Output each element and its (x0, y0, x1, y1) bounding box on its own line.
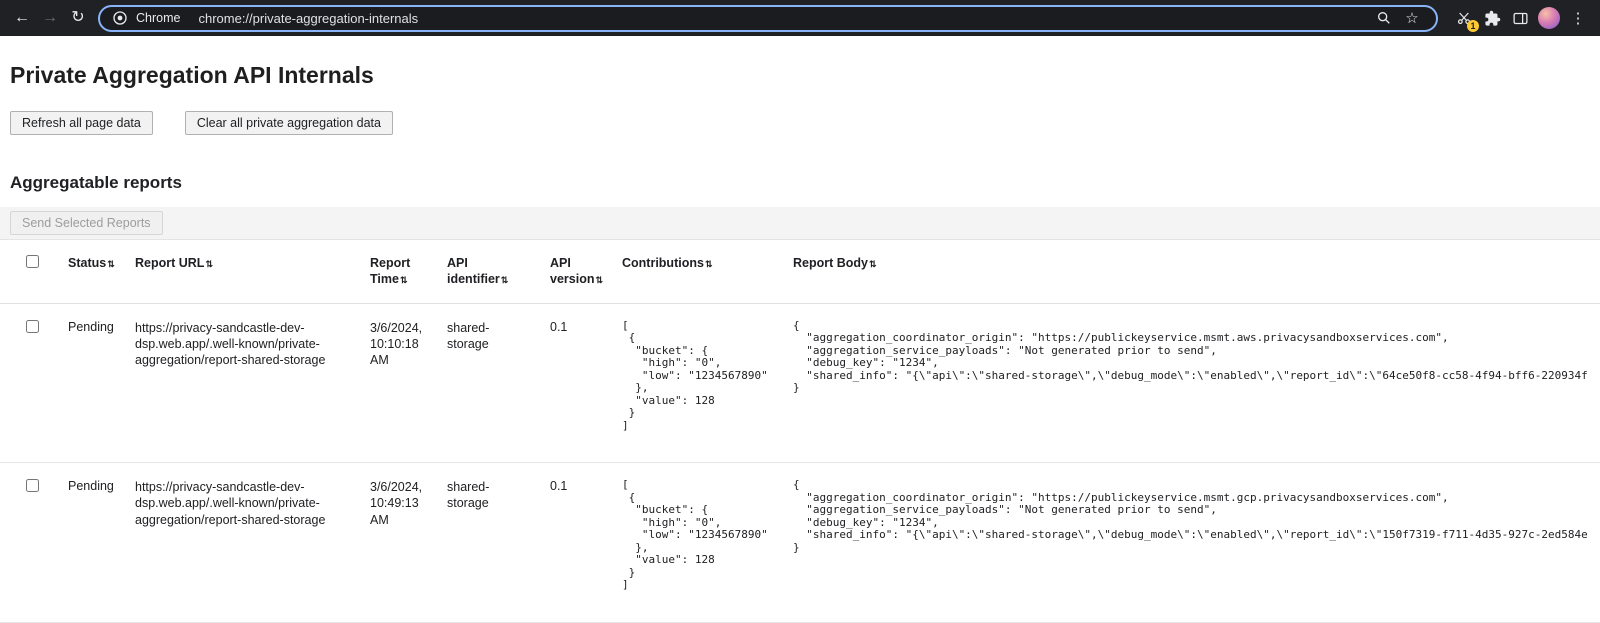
row-checkbox-cell (0, 303, 68, 463)
table-row: Pending https://privacy-sandcastle-dev-d… (0, 463, 1600, 623)
report-time-cell: 3/6/2024, 10:10:18 AM (370, 303, 447, 463)
zoom-icon[interactable] (1370, 4, 1398, 32)
profile-avatar[interactable] (1538, 7, 1560, 29)
page-title: Private Aggregation API Internals (10, 62, 1600, 89)
chrome-label: Chrome (136, 11, 180, 25)
status-cell: Pending (68, 303, 135, 463)
browser-toolbar: ← → ↻ Chrome chrome://private-aggregatio… (0, 0, 1600, 36)
row-checkbox[interactable] (26, 479, 39, 492)
header-report-body[interactable]: Report Body⇅ (793, 240, 1600, 303)
header-api-identifier[interactable]: API identifier⇅ (447, 240, 550, 303)
report-body-json: { "aggregation_coordinator_origin": "htt… (793, 479, 1588, 554)
api-identifier-cell: shared-storage (447, 303, 550, 463)
report-time-cell: 3/6/2024, 10:49:13 AM (370, 463, 447, 623)
url-text: chrome://private-aggregation-internals (198, 11, 418, 26)
header-report-url-label: Report URL (135, 256, 204, 270)
sort-icon: ⇅ (705, 259, 713, 269)
address-bar[interactable]: Chrome chrome://private-aggregation-inte… (98, 5, 1438, 32)
report-body-json: { "aggregation_coordinator_origin": "htt… (793, 320, 1588, 395)
table-row: Pending https://privacy-sandcastle-dev-d… (0, 303, 1600, 463)
cut-icon[interactable]: 1 (1450, 4, 1478, 32)
forward-icon[interactable]: → (36, 4, 64, 32)
select-all-checkbox[interactable] (26, 255, 39, 268)
report-body-cell: { "aggregation_coordinator_origin": "htt… (793, 463, 1600, 623)
header-api-version-label: API version (550, 256, 594, 286)
select-all-checkbox-cell (0, 240, 68, 303)
header-report-url[interactable]: Report URL⇅ (135, 240, 370, 303)
reports-toolbar-band: Send Selected Reports (0, 207, 1600, 240)
table-header-row: Status⇅ Report URL⇅ Report Time⇅ API ide… (0, 240, 1600, 303)
chrome-logo-icon (112, 10, 128, 26)
sort-icon: ⇅ (205, 259, 213, 269)
aggregatable-reports-heading: Aggregatable reports (10, 173, 1600, 193)
report-url-cell: https://privacy-sandcastle-dev-dsp.web.a… (135, 303, 370, 463)
refresh-all-button[interactable]: Refresh all page data (10, 111, 153, 135)
reports-table: Status⇅ Report URL⇅ Report Time⇅ API ide… (0, 240, 1600, 623)
bookmark-star-icon[interactable]: ☆ (1398, 4, 1426, 32)
sort-icon: ⇅ (501, 275, 509, 285)
header-report-time[interactable]: Report Time⇅ (370, 240, 447, 303)
header-api-version[interactable]: API version⇅ (550, 240, 622, 303)
contributions-json: [ { "bucket": { "high": "0", "low": "123… (622, 320, 781, 433)
header-status[interactable]: Status⇅ (68, 240, 135, 303)
report-body-cell: { "aggregation_coordinator_origin": "htt… (793, 303, 1600, 463)
reload-icon[interactable]: ↻ (64, 4, 92, 32)
header-status-label: Status (68, 256, 106, 270)
page-actions: Refresh all page data Clear all private … (10, 111, 1600, 135)
sort-icon: ⇅ (595, 275, 603, 285)
row-checkbox[interactable] (26, 320, 39, 333)
sort-icon: ⇅ (400, 275, 408, 285)
send-selected-reports-button[interactable]: Send Selected Reports (10, 211, 163, 235)
report-url-cell: https://privacy-sandcastle-dev-dsp.web.a… (135, 463, 370, 623)
toolbar-actions: 1 ⋮ (1450, 4, 1592, 32)
header-report-body-label: Report Body (793, 256, 868, 270)
row-checkbox-cell (0, 463, 68, 623)
contributions-json: [ { "bucket": { "high": "0", "low": "123… (622, 479, 781, 592)
api-version-cell: 0.1 (550, 463, 622, 623)
api-identifier-cell: shared-storage (447, 463, 550, 623)
header-api-identifier-label: API identifier (447, 256, 500, 286)
header-contributions-label: Contributions (622, 256, 704, 270)
extensions-puzzle-icon[interactable] (1478, 4, 1506, 32)
sort-icon: ⇅ (107, 259, 115, 269)
header-contributions[interactable]: Contributions⇅ (622, 240, 793, 303)
api-version-cell: 0.1 (550, 303, 622, 463)
contributions-cell: [ { "bucket": { "high": "0", "low": "123… (622, 303, 793, 463)
clear-all-button[interactable]: Clear all private aggregation data (185, 111, 393, 135)
status-cell: Pending (68, 463, 135, 623)
sort-icon: ⇅ (869, 259, 877, 269)
contributions-cell: [ { "bucket": { "high": "0", "low": "123… (622, 463, 793, 623)
menu-dots-icon[interactable]: ⋮ (1564, 4, 1592, 32)
back-icon[interactable]: ← (8, 4, 36, 32)
side-panel-icon[interactable] (1506, 4, 1534, 32)
